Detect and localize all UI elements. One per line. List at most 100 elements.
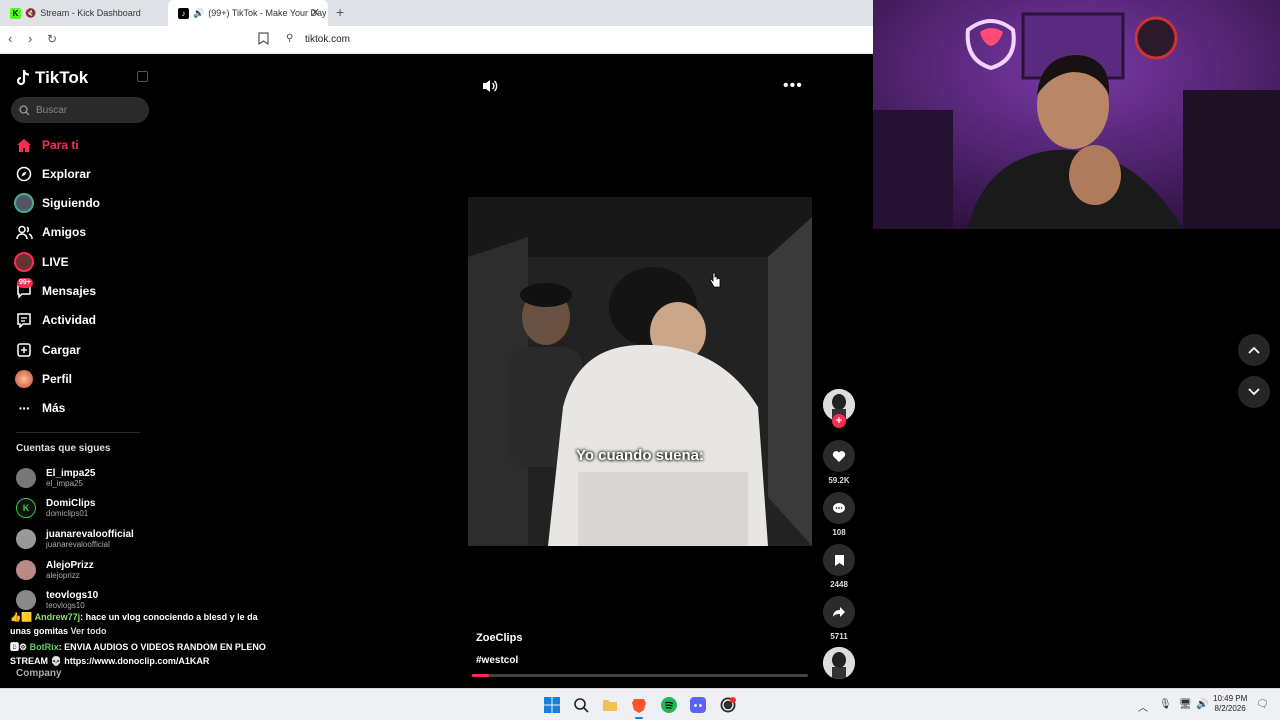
share-button[interactable]: [823, 596, 855, 628]
sidebar-item-siguiendo[interactable]: Siguiendo: [14, 191, 100, 215]
account-item[interactable]: K DomiClips domiclips01: [16, 495, 95, 521]
network-icon[interactable]: 🖥: [1179, 699, 1192, 710]
video-progress-bar[interactable]: [472, 674, 808, 677]
notification-icon[interactable]: 🗨: [1256, 699, 1269, 710]
webcam-overlay: [873, 0, 1280, 229]
sidebar-item-mensajes[interactable]: 99+ Mensajes: [14, 278, 96, 303]
search-icon: [19, 104, 30, 115]
site-info-icon[interactable]: ⚲: [286, 33, 293, 44]
sidebar-item-label: Perfil: [42, 372, 73, 386]
sidebar-item-label: LIVE: [42, 255, 69, 269]
sidebar-item-mas[interactable]: ··· Más: [14, 396, 66, 420]
video-author[interactable]: ZoeClips: [476, 632, 522, 644]
heart-icon: [832, 450, 846, 462]
clock-time: 10:49 PM: [1213, 694, 1248, 703]
avatar: [16, 468, 36, 488]
tab-title: (99+) TikTok - Make Your Day: [208, 8, 327, 18]
like-button[interactable]: [823, 440, 855, 472]
compass-icon: [14, 164, 34, 184]
sidebar-item-label: Siguiendo: [42, 196, 100, 210]
comment-icon: [833, 502, 845, 513]
activity-icon: [14, 310, 34, 330]
upload-icon: [14, 340, 34, 360]
sidebar-item-amigos[interactable]: Amigos: [14, 220, 86, 244]
account-handle: teovlogs10: [46, 601, 85, 610]
spotify-icon[interactable]: [661, 697, 677, 713]
tab-title: Stream - Kick Dashboard: [40, 8, 141, 18]
following-section-title: Cuentas que sigues: [16, 443, 111, 454]
system-clock[interactable]: 10:49 PM 8/2/2026: [1213, 694, 1247, 714]
previous-video-button[interactable]: [1238, 334, 1270, 366]
sidebar-item-actividad[interactable]: Actividad: [14, 308, 96, 332]
comment-button[interactable]: [823, 492, 855, 524]
account-item[interactable]: El_impa25 el_impa25: [16, 465, 95, 491]
search-input[interactable]: Buscar: [11, 97, 149, 123]
bookmark-icon[interactable]: [258, 32, 269, 45]
sidebar-item-cargar[interactable]: Cargar: [14, 338, 81, 362]
speaker-icon[interactable]: 🔊: [1196, 699, 1208, 710]
speaker-icon: 🔊: [193, 7, 205, 18]
account-handle: el_impa25: [46, 479, 83, 488]
following-icon: [14, 193, 34, 213]
account-item[interactable]: juanarevaloofficial juanarevaloofficial: [16, 526, 134, 552]
messages-badge: 99+: [17, 278, 33, 288]
sidebar-item-perfil[interactable]: Perfil: [14, 367, 72, 391]
more-icon: ···: [18, 400, 31, 416]
address-bar: ‹ › ↻ ⚲ tiktok.com: [0, 26, 873, 54]
tab-kick-dashboard[interactable]: K 🔇 Stream - Kick Dashboard: [0, 0, 168, 26]
account-item[interactable]: AlejoPrizz alejoprizz: [16, 557, 94, 583]
account-name: AlejoPrizz: [46, 560, 94, 571]
badge-icon: 👍🟨: [10, 612, 35, 622]
obs-icon[interactable]: [720, 697, 736, 713]
save-button[interactable]: [823, 544, 855, 576]
video-hashtag[interactable]: #westcol: [476, 655, 518, 666]
follow-button[interactable]: +: [832, 414, 846, 428]
chat-message: 🅱⚙ BotRix: ENVIA AUDIOS O VIDEOS RANDOM …: [10, 640, 270, 668]
video-player[interactable]: Yo cuando suena:: [468, 197, 812, 546]
account-handle: alejoprizz: [46, 571, 80, 580]
reload-icon[interactable]: ↻: [47, 32, 57, 46]
sound-disc[interactable]: [823, 647, 855, 679]
ver-todo-link[interactable]: Ver todo: [71, 626, 107, 636]
next-video-button[interactable]: [1238, 376, 1270, 408]
microphone-icon[interactable]: 🎙: [1159, 699, 1172, 710]
save-count: 2448: [830, 580, 848, 589]
profile-icon: [14, 369, 34, 389]
brave-browser-icon[interactable]: [631, 697, 647, 713]
taskbar: ︿ 🎙 🖥 🔊 10:49 PM 8/2/2026 🗨: [0, 688, 1280, 720]
discord-icon[interactable]: [690, 697, 706, 713]
chat-username: BotRix: [29, 642, 59, 652]
account-name: El_impa25: [46, 468, 96, 479]
sidebar-item-label: Explorar: [42, 167, 91, 181]
close-tab-icon[interactable]: ✕: [311, 6, 320, 19]
collapse-sidebar-icon[interactable]: [137, 71, 148, 82]
chevron-up-icon[interactable]: ︿: [1138, 699, 1148, 714]
windows-start-icon[interactable]: [544, 697, 560, 713]
friends-icon: [14, 222, 34, 242]
share-icon: [833, 607, 845, 617]
volume-icon[interactable]: [482, 78, 498, 94]
file-explorer-icon[interactable]: [602, 697, 618, 713]
sidebar-item-label: Para ti: [42, 138, 79, 152]
screen: K 🔇 Stream - Kick Dashboard ♪ 🔊 (99+) Ti…: [0, 0, 1280, 720]
company-link[interactable]: Company: [16, 668, 62, 679]
clock-date: 8/2/2026: [1214, 704, 1246, 713]
new-tab-button[interactable]: +: [336, 4, 344, 20]
url-field[interactable]: tiktok.com: [305, 34, 350, 45]
sidebar-item-label: Amigos: [42, 225, 87, 239]
account-handle: domiclips01: [46, 509, 89, 518]
tiktok-logo[interactable]: TikTok: [16, 68, 88, 88]
search-icon[interactable]: [573, 697, 589, 713]
forward-icon[interactable]: ›: [28, 31, 32, 46]
back-icon[interactable]: ‹: [8, 31, 12, 46]
video-frame: [468, 197, 812, 546]
tab-tiktok[interactable]: ♪ 🔊 (99+) TikTok - Make Your Day ✕: [168, 0, 328, 26]
avatar: [16, 590, 36, 610]
more-options-icon[interactable]: •••: [783, 77, 803, 95]
sidebar-item-live[interactable]: LIVE: [14, 250, 69, 274]
sidebar-item-para-ti[interactable]: Para ti: [14, 133, 79, 157]
sidebar-item-explorar[interactable]: Explorar: [14, 162, 91, 186]
bookmark-icon: [834, 554, 844, 566]
avatar: K: [16, 498, 36, 518]
like-count: 59.2K: [828, 476, 850, 485]
